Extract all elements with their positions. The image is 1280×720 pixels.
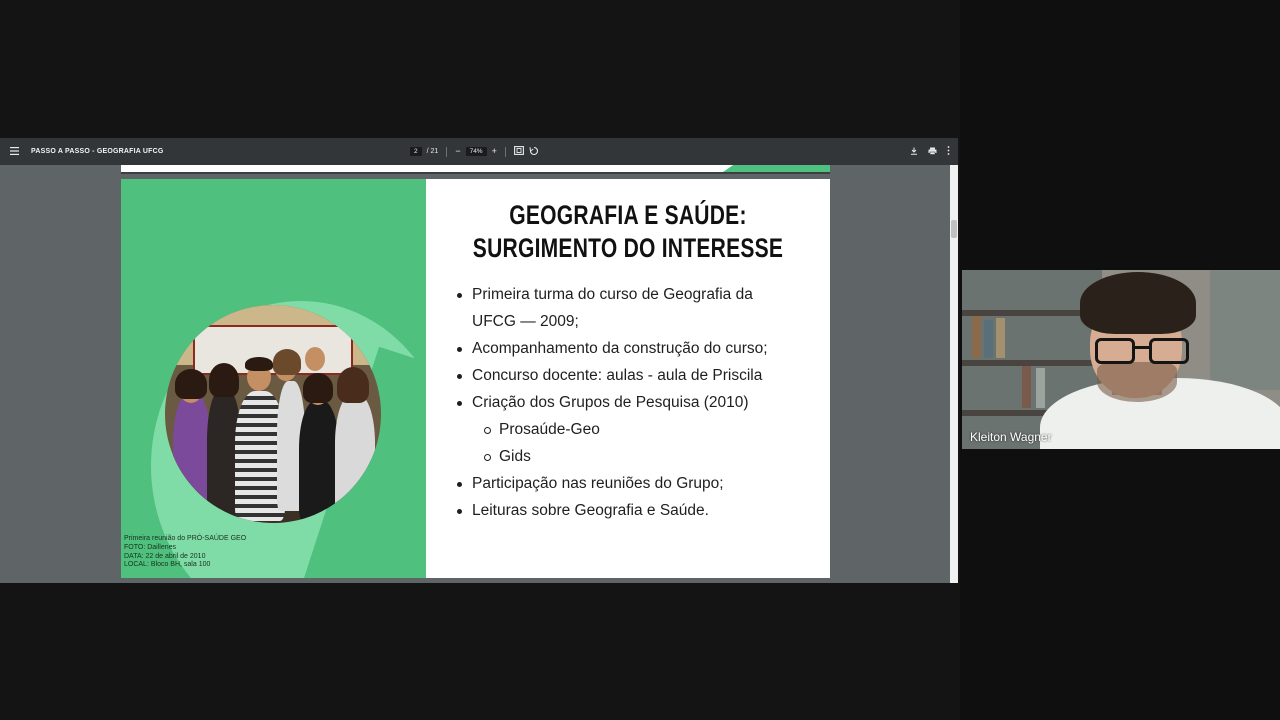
bullet-text: Prosaúde-Geo <box>499 421 600 438</box>
slide-right-panel: GEOGRAFIA E SAÚDE: SURGIMENTO DO INTERES… <box>426 179 830 578</box>
bullet-item: Participação nas reuniões do Grupo; <box>456 470 806 497</box>
bullet-dot-icon <box>457 401 462 406</box>
pdf-viewer: PASSO A PASSO - GEOGRAFIA UFCG 2 / 21 − … <box>0 138 958 583</box>
caption-line: FOTO: Daillenes <box>124 543 176 551</box>
page-total: / 21 <box>426 148 439 155</box>
slide-title-line: SURGIMENTO DO INTERESSE <box>472 233 784 263</box>
caption-line: LOCAL: Bloco BH, sala 100 <box>124 561 211 569</box>
slide-page: Primeira reunião do PRÓ-SAÚDE GEO FOTO: … <box>121 179 830 578</box>
participant-hair <box>1080 272 1196 334</box>
bullet-item: Criação dos Grupos de Pesquisa (2010) <box>456 389 806 416</box>
sub-bullet-item: Prosaúde-Geo <box>456 416 806 443</box>
participant-beard <box>1097 362 1177 402</box>
participant-video-tile[interactable]: Kleiton Wagner <box>962 270 1280 449</box>
vertical-scrollbar[interactable] <box>950 165 958 583</box>
bullet-text: Criação dos Grupos de Pesquisa (2010) <box>472 394 749 411</box>
sub-bullet-item: Gids <box>456 443 806 470</box>
hollow-bullet-icon <box>484 454 491 461</box>
bullet-item: Primeira turma do curso de Geografia da <box>456 281 806 308</box>
print-icon[interactable] <box>928 147 937 157</box>
glasses-icon <box>1095 338 1191 366</box>
bullet-dot-icon <box>457 347 462 352</box>
bullet-text: UFCG — 2009; <box>472 313 579 330</box>
participant-name: Kleiton Wagner <box>970 430 1052 444</box>
page-number-input[interactable]: 2 <box>410 147 422 156</box>
page-divider <box>121 172 830 174</box>
bullet-text: Leituras sobre Geografia e Saúde. <box>472 502 709 519</box>
download-icon[interactable] <box>910 147 918 157</box>
bullet-dot-icon <box>457 482 462 487</box>
bullet-list: Primeira turma do curso de Geografia da … <box>456 281 806 524</box>
shared-screen: PASSO A PASSO - GEOGRAFIA UFCG 2 / 21 − … <box>0 0 960 720</box>
more-vert-icon[interactable] <box>947 146 950 157</box>
meeting-stage: PASSO A PASSO - GEOGRAFIA UFCG 2 / 21 − … <box>0 0 1280 720</box>
hamburger-menu-icon[interactable] <box>10 146 19 157</box>
bullet-dot-icon <box>457 374 462 379</box>
bullet-item-continuation: UFCG — 2009; <box>456 308 806 335</box>
group-photo <box>165 305 381 523</box>
caption-line: Primeira reunião do PRÓ-SAÚDE GEO <box>124 535 247 542</box>
zoom-in-button[interactable]: + <box>492 147 497 156</box>
caption-line: DATA: 22 de abril de 2010 <box>124 552 206 560</box>
zoom-out-button[interactable]: − <box>455 147 460 156</box>
bullet-item: Acompanhamento da construção do curso; <box>456 335 806 362</box>
bullet-dot-icon <box>457 293 462 298</box>
bullet-item: Concurso docente: aulas - aula de Prisci… <box>456 362 806 389</box>
slide-title-line: GEOGRAFIA E SAÚDE: <box>509 200 747 230</box>
fit-page-icon[interactable] <box>513 146 524 157</box>
bookshelf-background <box>1210 270 1280 390</box>
toolbar-divider <box>504 146 506 157</box>
bullet-item: Leituras sobre Geografia e Saúde. <box>456 497 806 524</box>
photo-caption: Primeira reunião do PRÓ-SAÚDE GEO FOTO: … <box>124 535 246 570</box>
toolbar-divider <box>446 146 448 157</box>
bullet-text: Participação nas reuniões do Grupo; <box>472 475 724 492</box>
bullet-text: Gids <box>499 448 531 465</box>
scrollbar-thumb[interactable] <box>951 220 957 238</box>
bullet-text: Concurso docente: aulas - aula de Prisci… <box>472 367 763 384</box>
bullet-text: Acompanhamento da construção do curso; <box>472 340 768 357</box>
document-title: PASSO A PASSO - GEOGRAFIA UFCG <box>31 148 164 155</box>
slide-left-panel: Primeira reunião do PRÓ-SAÚDE GEO FOTO: … <box>121 179 426 578</box>
bullet-dot-icon <box>457 509 462 514</box>
slide-title: GEOGRAFIA E SAÚDE: SURGIMENTO DO INTERES… <box>470 199 785 265</box>
bullet-text: Primeira turma do curso de Geografia da <box>472 286 753 303</box>
hollow-bullet-icon <box>484 427 491 434</box>
rotate-icon[interactable] <box>529 146 539 158</box>
previous-page-edge <box>121 165 830 174</box>
pdf-toolbar: PASSO A PASSO - GEOGRAFIA UFCG 2 / 21 − … <box>0 138 958 165</box>
zoom-level-input[interactable]: 74% <box>465 147 487 156</box>
